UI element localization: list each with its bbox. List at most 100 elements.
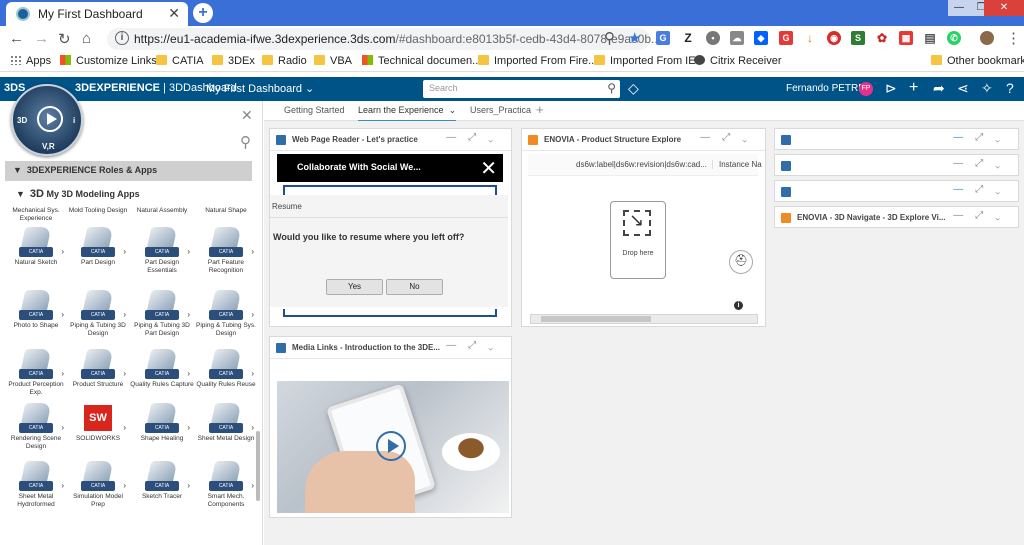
- download-ext-icon[interactable]: ↓: [803, 31, 817, 45]
- widget-controls[interactable]: —⤢⌄: [446, 340, 505, 351]
- app-arrow-icon[interactable]: ›: [123, 310, 126, 319]
- tab-close-icon[interactable]: ✕: [168, 5, 180, 22]
- widget-controls[interactable]: —⤢⌄: [953, 210, 1012, 221]
- app-arrow-icon[interactable]: ›: [61, 247, 64, 256]
- app-arrow-icon[interactable]: ›: [251, 423, 254, 432]
- red-ext-icon[interactable]: ◉: [827, 31, 841, 45]
- forward-share-icon[interactable]: ➦: [933, 80, 945, 97]
- app-arrow-icon[interactable]: ›: [251, 481, 254, 490]
- dropbox-ext-icon[interactable]: ◆: [754, 31, 768, 45]
- app-tile[interactable]: CATIA › Quality Rules Reuse: [194, 347, 258, 389]
- app-arrow-icon[interactable]: ›: [187, 481, 190, 490]
- reload-icon[interactable]: ↻: [58, 30, 71, 48]
- menu-kebab-icon[interactable]: ⋮: [1006, 29, 1021, 47]
- bookmark-technical-docs[interactable]: Technical documen...: [362, 55, 481, 67]
- search-icon[interactable]: ⚲: [607, 81, 616, 95]
- translate-ext-icon[interactable]: G: [656, 31, 670, 45]
- app-tile[interactable]: CATIA › Part Design: [66, 225, 130, 267]
- bookmark-other[interactable]: Other bookmarks: [931, 55, 1024, 67]
- app-arrow-icon[interactable]: ›: [123, 423, 126, 432]
- app-tile[interactable]: CATIA › Sheet Metal Hydroformed: [4, 459, 68, 509]
- app-label-top[interactable]: Natural Shape: [194, 207, 258, 215]
- back-icon[interactable]: ←: [9, 30, 24, 47]
- app-tile[interactable]: SW › SOLIDWORKS: [66, 401, 130, 443]
- app-arrow-icon[interactable]: ›: [61, 423, 64, 432]
- modeling-apps-header[interactable]: ▼ 3D My 3D Modeling Apps: [16, 188, 140, 200]
- app-tile[interactable]: CATIA › Piping & Tubing Sys. Design: [194, 288, 258, 338]
- widget-controls[interactable]: —⤢⌄: [953, 158, 1012, 169]
- widget-controls[interactable]: —⤢⌄: [953, 184, 1012, 195]
- app-tile[interactable]: CATIA › Part Feature Recognition: [194, 225, 258, 275]
- window-close-icon[interactable]: ✕: [984, 0, 1024, 16]
- cloud-ext-icon[interactable]: ☁: [730, 31, 744, 45]
- print-ext-icon[interactable]: ▤: [923, 31, 937, 45]
- tag-icon[interactable]: ◇: [628, 80, 639, 97]
- app-arrow-icon[interactable]: ›: [123, 369, 126, 378]
- drop-zone[interactable]: Drop here: [610, 201, 666, 279]
- bookmark-imported-ie[interactable]: Imported From IE: [594, 55, 696, 67]
- z-ext-icon[interactable]: Z: [681, 31, 695, 45]
- search-icon[interactable]: ⚲: [240, 133, 251, 151]
- app-tile[interactable]: CATIA › Piping & Tubing 3D Part Design: [130, 288, 194, 338]
- star-bookmark-icon[interactable]: ★: [628, 29, 641, 47]
- scrollbar-thumb[interactable]: [541, 316, 651, 322]
- user-avatar[interactable]: FP: [859, 82, 873, 96]
- whatsapp-ext-icon[interactable]: ✆: [947, 31, 961, 45]
- app-label-top[interactable]: Natural Assembly: [130, 207, 194, 215]
- app-label-top[interactable]: Mechanical Sys. Experience: [4, 207, 68, 223]
- app-tile[interactable]: CATIA › Natural Sketch: [4, 225, 68, 267]
- app-tile[interactable]: CATIA › Sheet Metal Design: [194, 401, 258, 443]
- app-arrow-icon[interactable]: ›: [61, 481, 64, 490]
- widget-controls[interactable]: —⤢⌄: [953, 132, 1012, 143]
- network-icon[interactable]: ⋖: [957, 80, 969, 97]
- yes-button[interactable]: Yes: [326, 279, 383, 295]
- app-arrow-icon[interactable]: ›: [61, 310, 64, 319]
- chat-ext-icon[interactable]: •: [706, 31, 720, 45]
- forward-icon[interactable]: →: [34, 30, 49, 47]
- profile-avatar-icon[interactable]: [980, 31, 994, 45]
- column-header[interactable]: Instance Na: [712, 160, 762, 169]
- bookmark-3dex[interactable]: 3DEx: [212, 55, 255, 67]
- bookmark-vba[interactable]: VBA: [314, 55, 352, 67]
- panel-scrollbar[interactable]: [256, 431, 260, 501]
- widget-controls[interactable]: —⤢⌄: [446, 132, 505, 143]
- s-ext-icon[interactable]: S: [851, 31, 865, 45]
- app-arrow-icon[interactable]: ›: [123, 481, 126, 490]
- bookmark-apps[interactable]: Apps: [10, 55, 51, 67]
- tab-users-practica[interactable]: Users_Practica: [470, 105, 531, 115]
- tools-icon[interactable]: ✧: [981, 80, 993, 97]
- user-name[interactable]: Fernando PETRE: [786, 83, 865, 94]
- app-arrow-icon[interactable]: ›: [251, 369, 254, 378]
- dashboard-selector[interactable]: My First Dashboard ⌄: [206, 82, 314, 95]
- app-tile[interactable]: CATIA › Sketch Tracer: [130, 459, 194, 501]
- app-arrow-icon[interactable]: ›: [187, 310, 190, 319]
- multi-ext-icon[interactable]: ▦: [899, 31, 913, 45]
- app-tile[interactable]: CATIA › Product Structure: [66, 347, 130, 389]
- info-icon[interactable]: i: [115, 31, 129, 45]
- zoom-icon[interactable]: ⚲: [604, 29, 615, 47]
- add-tab-icon[interactable]: +: [536, 102, 544, 117]
- share-tag-icon[interactable]: ⊳: [885, 80, 897, 97]
- help-icon[interactable]: ?: [1006, 80, 1014, 96]
- app-tile[interactable]: CATIA › Shape Healing: [130, 401, 194, 443]
- app-label-top[interactable]: Mold Tooling Design: [66, 207, 130, 215]
- app-tile[interactable]: CATIA › Smart Mech. Components: [194, 459, 258, 509]
- app-arrow-icon[interactable]: ›: [251, 247, 254, 256]
- widget-controls[interactable]: —⤢⌄: [700, 132, 759, 143]
- info-icon[interactable]: i: [734, 301, 743, 310]
- tab-learn-the-experience[interactable]: Learn the Experience ⌄: [358, 105, 457, 122]
- app-arrow-icon[interactable]: ›: [251, 310, 254, 319]
- new-tab-button[interactable]: +: [193, 3, 213, 23]
- app-arrow-icon[interactable]: ›: [123, 247, 126, 256]
- add-icon[interactable]: +: [909, 79, 918, 97]
- horizontal-scrollbar[interactable]: [530, 314, 758, 324]
- compass-play-icon[interactable]: [37, 106, 63, 132]
- app-arrow-icon[interactable]: ›: [61, 369, 64, 378]
- app-tile[interactable]: CATIA › Photo to Shape: [4, 288, 68, 330]
- play-icon[interactable]: [376, 431, 406, 461]
- video-thumbnail[interactable]: [277, 381, 509, 513]
- no-button[interactable]: No: [386, 279, 443, 295]
- modal-close-icon[interactable]: ✕: [480, 156, 497, 181]
- bookmark-imported-firefox[interactable]: Imported From Fire...: [478, 55, 597, 67]
- app-arrow-icon[interactable]: ›: [187, 369, 190, 378]
